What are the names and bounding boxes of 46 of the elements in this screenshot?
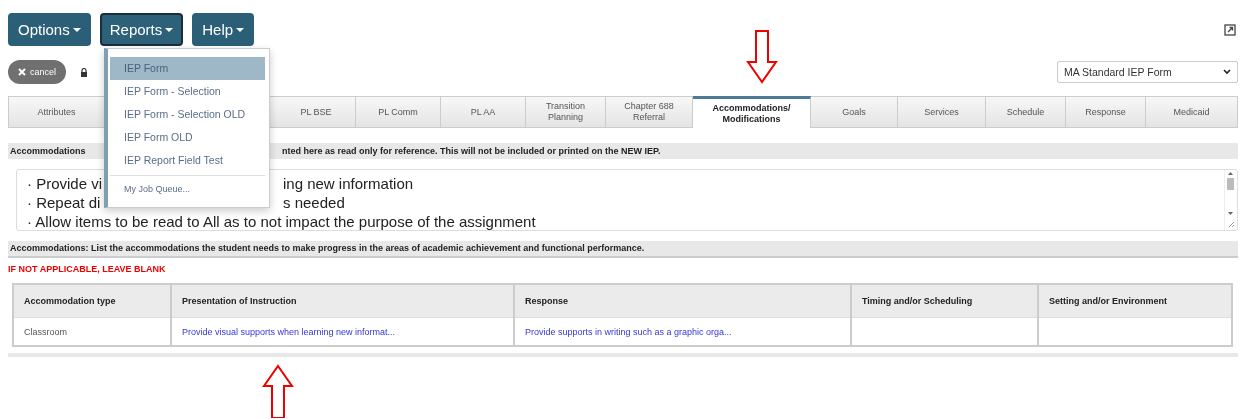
tab[interactable]: Transition Planning	[526, 96, 606, 128]
cancel-button[interactable]: cancel	[8, 60, 66, 84]
menu-button[interactable]: Options	[8, 13, 91, 46]
scrollbar[interactable]	[1225, 170, 1236, 230]
tab[interactable]: Medicaid	[1146, 96, 1238, 128]
tab[interactable]: PL BSE	[277, 96, 356, 128]
text-line: ing new information	[283, 174, 414, 193]
instruction-text: Accommodations: List the accommodations the student needs to make progress in the areas of academic achievement and functional performance.	[8, 241, 1238, 258]
note-text: Accommodations	[9, 146, 87, 156]
column-header: Accommodation type	[13, 284, 171, 318]
up-arrow-icon	[262, 364, 294, 418]
column-header: Response	[514, 284, 851, 318]
tab[interactable]: Response	[1066, 96, 1146, 128]
text-line: s needed	[283, 193, 345, 212]
cell-link[interactable]: Provide supports in writing such as a graphic orga...	[514, 317, 851, 346]
column-header: Presentation of Instruction	[171, 284, 514, 318]
cell-link[interactable]: Provide visual supports when learning new informat...	[171, 317, 514, 346]
cancel-icon	[18, 68, 26, 76]
tab[interactable]: Goals	[811, 96, 898, 128]
tab[interactable]: Attributes	[9, 96, 105, 128]
menu-button[interactable]: Reports	[99, 13, 184, 46]
tab[interactable]: Accommodations/ Modifications	[693, 96, 811, 128]
table-cell: Classroom	[13, 317, 171, 346]
down-arrow-icon	[746, 30, 778, 84]
text-line: · Provide vi	[27, 174, 103, 193]
lock-icon[interactable]	[80, 67, 88, 77]
menu-item[interactable]: IEP Report Field Test	[110, 149, 265, 172]
popout-icon[interactable]	[1224, 24, 1236, 36]
tab[interactable]: PL AA	[441, 96, 526, 128]
column-header: Setting and/or Environment	[1038, 284, 1232, 318]
menu-item[interactable]: My Job Queue...	[110, 175, 265, 201]
tab[interactable]: Services	[898, 96, 986, 128]
tab[interactable]: PL Comm	[356, 96, 441, 128]
menu-item[interactable]: IEP Form OLD	[110, 126, 265, 149]
menu-item[interactable]: IEP Form - Selection OLD	[110, 103, 265, 126]
form-select[interactable]: MA Standard IEP Form	[1057, 61, 1238, 83]
tab[interactable]: Chapter 688 Referral	[606, 96, 693, 128]
warning-text: IF NOT APPLICABLE, LEAVE BLANK	[8, 263, 167, 275]
chevron-down-icon	[1223, 69, 1231, 75]
tab[interactable]: Schedule	[986, 96, 1066, 128]
menu-item[interactable]: IEP Form - Selection	[110, 80, 265, 103]
text-line: · Allow items to be read to All as to not impact the purpose of the assignment	[27, 212, 536, 231]
menu-button[interactable]: Help	[192, 13, 255, 46]
text-line: · Repeat di	[27, 193, 101, 212]
column-header: Timing and/or Scheduling	[851, 284, 1038, 318]
note-text: nted here as read only for reference. This will not be included or printed on the NEW IEP.	[282, 146, 662, 156]
